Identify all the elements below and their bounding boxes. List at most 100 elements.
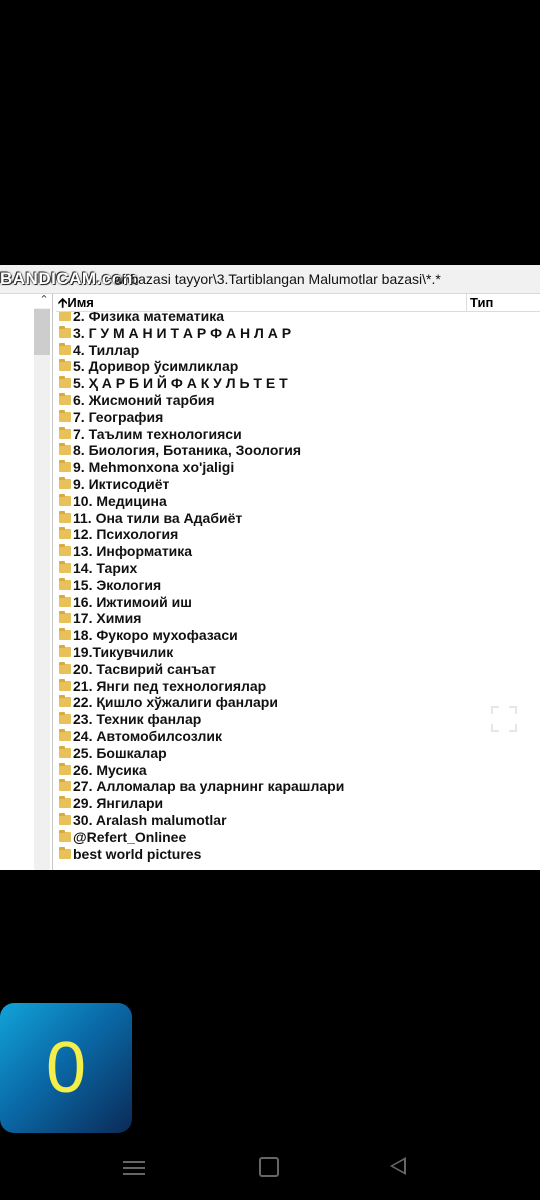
list-item[interactable]: 30. Aralash malumotlar <box>56 812 540 829</box>
file-name: 12. Психология <box>73 526 179 543</box>
file-name: 15. Экология <box>73 576 162 593</box>
file-name: 7. География <box>73 408 164 425</box>
file-name: 16. Ижтимоий иш <box>73 593 192 610</box>
folder-icon <box>59 829 71 842</box>
folder-icon <box>59 460 71 473</box>
list-item[interactable]: 15. Экология <box>56 577 540 594</box>
file-name: 30. Aralash malumotlar <box>73 811 227 828</box>
list-item[interactable]: 7. Таълим технологияси <box>56 426 540 443</box>
folder-icon <box>59 309 71 321</box>
list-item[interactable]: 10. Медицина <box>56 493 540 510</box>
folder-icon <box>59 812 71 825</box>
back-icon[interactable] <box>390 1157 406 1175</box>
list-item[interactable]: 9. Иктисодиёт <box>56 476 540 493</box>
list-item[interactable]: 20. Тасвирий санъат <box>56 661 540 678</box>
folder-icon <box>59 762 71 775</box>
arrow-up-icon: 🡩 <box>58 295 68 310</box>
folder-icon <box>59 796 71 809</box>
folder-icon <box>59 745 71 758</box>
file-name: best world pictures <box>73 845 202 862</box>
folder-icon <box>59 712 71 725</box>
list-item[interactable]: 24. Автомобилсозлик <box>56 728 540 745</box>
column-name-header[interactable]: 🡩Имя <box>58 294 94 311</box>
folder-icon <box>59 426 71 439</box>
folder-icon <box>59 342 71 355</box>
list-item[interactable]: 12. Психология <box>56 526 540 543</box>
file-name: 22. Қишло хўжалиги фанлари <box>73 694 278 711</box>
file-manager-window: BANDICAM.com ar bazasi tayyor\3.Tartibla… <box>0 265 540 870</box>
fullscreen-icon[interactable] <box>490 705 518 733</box>
list-item[interactable]: 18. Фукоро мухофазаси <box>56 627 540 644</box>
folder-icon <box>59 644 71 657</box>
folder-icon <box>59 510 71 523</box>
folder-icon <box>59 325 71 338</box>
list-item[interactable]: 23. Техник фанлар <box>56 711 540 728</box>
folder-icon <box>59 560 71 573</box>
file-name: 18. Фукоро мухофазаси <box>73 627 238 644</box>
scroll-up-icon[interactable]: ⌃ <box>36 293 52 307</box>
file-list: 2. Физика математика 3. Г У М А Н И Т А Р… <box>56 294 540 870</box>
file-name: 9. Mehmonxona xo'jaligi <box>73 459 235 476</box>
list-item[interactable]: 4. Тиллар <box>56 342 540 359</box>
folder-icon <box>59 678 71 691</box>
home-icon[interactable] <box>259 1157 279 1177</box>
list-item[interactable]: 27. Алломалар ва уларнинг карашлари <box>56 778 540 795</box>
file-name: @Refert_Onlinee <box>73 828 187 845</box>
list-item[interactable]: 25. Бошкалар <box>56 745 540 762</box>
list-item[interactable]: 14. Тарих <box>56 560 540 577</box>
left-pane: ⌃ <box>0 294 53 870</box>
folder-icon <box>59 846 71 859</box>
folder-icon <box>59 728 71 741</box>
column-type-header[interactable]: Тип <box>466 294 493 311</box>
list-item[interactable]: 19.Тикувчилик <box>56 644 540 661</box>
file-name: 9. Иктисодиёт <box>73 475 170 492</box>
list-item[interactable]: 29. Янгилари <box>56 795 540 812</box>
file-name: 11. Она тили ва Адабиёт <box>73 509 243 526</box>
column-header: 🡩Имя Тип <box>56 294 540 312</box>
list-item[interactable]: 22. Қишло хўжалиги фанлари <box>56 694 540 711</box>
folder-icon <box>59 695 71 708</box>
folder-icon <box>59 661 71 674</box>
list-item[interactable]: 11. Она тили ва Адабиёт <box>56 510 540 527</box>
file-name: 6. Жисмоний тарбия <box>73 391 215 408</box>
file-name: 26. Мусика <box>73 761 147 778</box>
list-item[interactable]: 17. Химия <box>56 610 540 627</box>
folder-icon <box>59 628 71 641</box>
file-name: 7. Таълим технологияси <box>73 425 242 442</box>
folder-icon <box>59 392 71 405</box>
file-rows: 2. Физика математика 3. Г У М А Н И Т А Р… <box>56 308 540 862</box>
folder-icon <box>59 476 71 489</box>
list-item[interactable]: @Refert_Onlinee <box>56 829 540 846</box>
list-item[interactable]: 8. Биология, Ботаника, Зоология <box>56 442 540 459</box>
scrollbar-thumb[interactable] <box>34 309 50 355</box>
file-name: 27. Алломалар ва уларнинг карашлари <box>73 778 345 795</box>
list-item[interactable]: 21. Янги пед технологиялар <box>56 678 540 695</box>
folder-icon <box>59 577 71 590</box>
folder-icon <box>59 611 71 624</box>
list-item[interactable]: 16. Ижтимоий иш <box>56 594 540 611</box>
file-name: 24. Автомобилсозлик <box>73 727 223 744</box>
navigation-bar <box>0 1140 540 1200</box>
list-item[interactable]: 7. География <box>56 409 540 426</box>
folder-icon <box>59 779 71 792</box>
menu-icon[interactable] <box>123 1157 145 1179</box>
list-item[interactable]: 13. Информатика <box>56 543 540 560</box>
list-item[interactable]: 5. Ҳ А Р Б И Й Ф А К У Л Ь Т Е Т <box>56 375 540 392</box>
title-bar: BANDICAM.com ar bazasi tayyor\3.Tartibla… <box>0 265 540 294</box>
counter-widget[interactable]: 0 <box>0 1003 132 1133</box>
list-item[interactable]: 26. Мусика <box>56 762 540 779</box>
folder-icon <box>59 527 71 540</box>
current-path: ar bazasi tayyor\3.Tartiblangan Malumotl… <box>114 271 441 287</box>
list-item[interactable]: 6. Жисмоний тарбия <box>56 392 540 409</box>
folder-icon <box>59 409 71 422</box>
file-name: 5. Доривор ўсимликлар <box>73 358 239 375</box>
list-item[interactable]: best world pictures <box>56 846 540 863</box>
file-name: 10. Медицина <box>73 492 167 509</box>
list-item[interactable]: 9. Mehmonxona xo'jaligi <box>56 459 540 476</box>
scrollbar-track[interactable] <box>34 308 50 870</box>
file-name: 17. Химия <box>73 610 142 627</box>
folder-icon <box>59 376 71 389</box>
list-item[interactable]: 5. Доривор ўсимликлар <box>56 358 540 375</box>
folder-icon <box>59 493 71 506</box>
list-item[interactable]: 3. Г У М А Н И Т А Р Ф А Н Л А Р <box>56 325 540 342</box>
